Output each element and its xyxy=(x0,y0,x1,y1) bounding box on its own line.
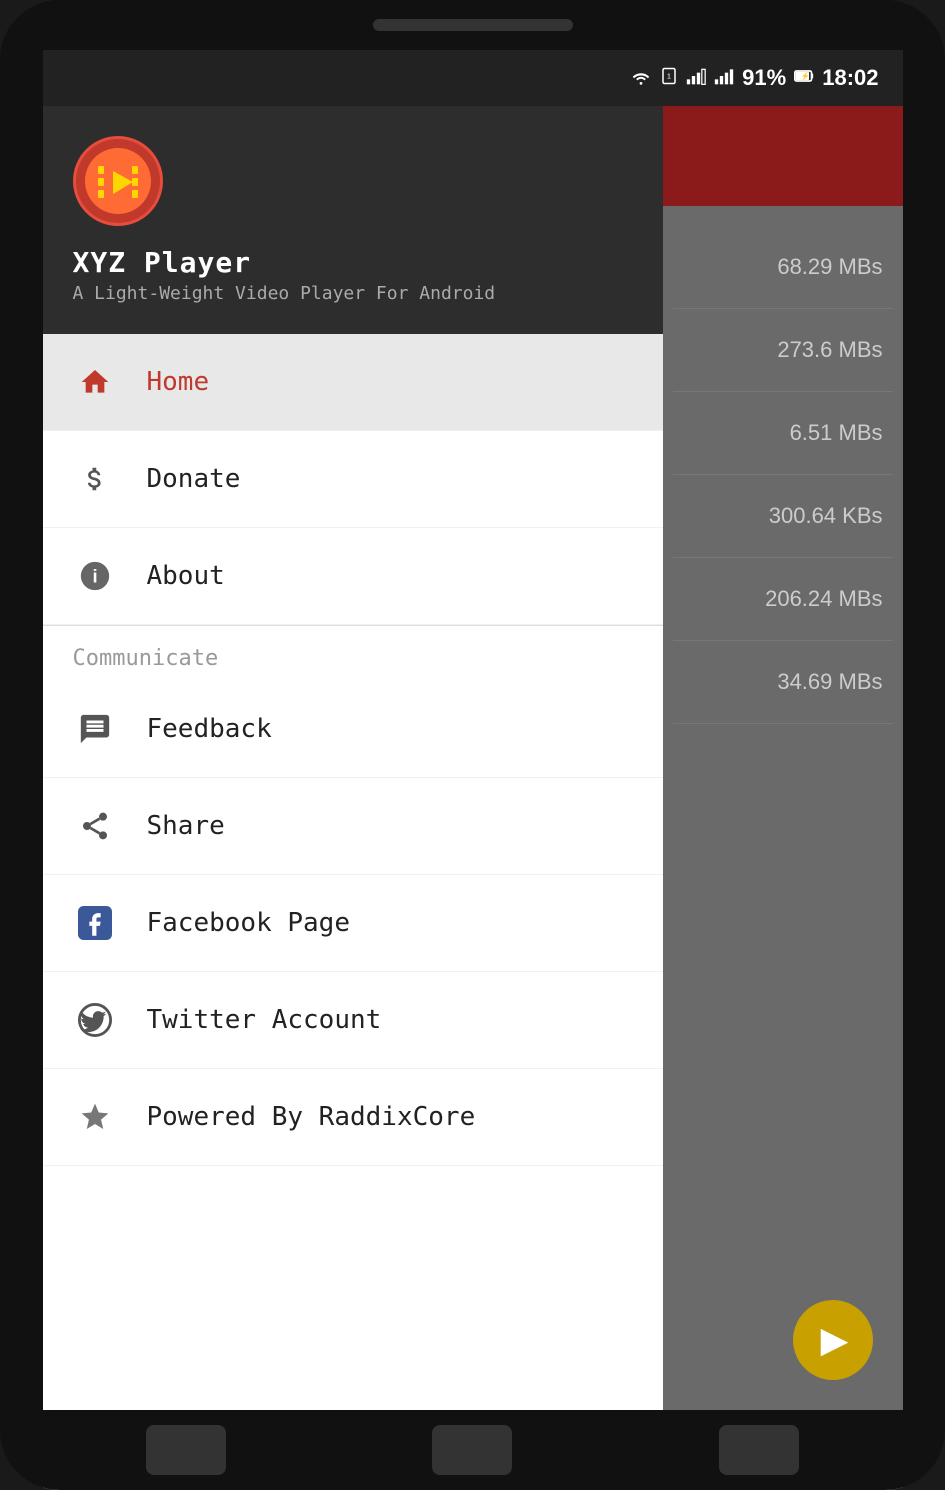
home-icon xyxy=(73,360,117,404)
dollar-icon xyxy=(73,457,117,501)
drawer-header: XYZ Player A Light-Weight Video Player F… xyxy=(43,106,663,334)
fab-play-button[interactable]: ▶ xyxy=(793,1300,873,1380)
right-item-4: 300.64 KBs xyxy=(673,475,893,558)
drawer: XYZ Player A Light-Weight Video Player F… xyxy=(43,106,663,1410)
logo-inner-circle xyxy=(85,148,151,214)
app-logo xyxy=(73,136,163,226)
nav-item-about[interactable]: i About xyxy=(43,528,663,625)
svg-text:1: 1 xyxy=(667,71,671,80)
screen: 1 xyxy=(43,50,903,1490)
feedback-label: Feedback xyxy=(147,714,272,744)
share-label: Share xyxy=(147,811,225,841)
info-icon: i xyxy=(73,554,117,598)
right-item-2: 273.6 MBs xyxy=(673,309,893,392)
logo-svg xyxy=(93,156,143,206)
phone-notch-bar xyxy=(0,0,945,50)
fab-play-icon: ▶ xyxy=(821,1319,849,1361)
nav-item-powered[interactable]: Powered By RaddixCore xyxy=(43,1069,663,1166)
status-bar: 1 xyxy=(43,50,903,106)
nav-item-twitter[interactable]: Twitter Account xyxy=(43,972,663,1069)
nav-section-main: Home Donate xyxy=(43,334,663,625)
right-item-5: 206.24 MBs xyxy=(673,558,893,641)
right-panel-top xyxy=(663,106,903,206)
right-item-3: 6.51 MBs xyxy=(673,392,893,475)
about-label: About xyxy=(147,561,225,591)
notch-pill xyxy=(373,19,573,31)
battery-icon: ⚡ xyxy=(794,67,814,90)
twitter-icon xyxy=(73,998,117,1042)
nav-section-communicate: Communicate Feedback xyxy=(43,626,663,1166)
communicate-header: Communicate xyxy=(43,626,663,681)
feedback-icon xyxy=(73,707,117,751)
bottom-btn-back[interactable] xyxy=(146,1425,226,1475)
right-item-1: 68.29 MBs xyxy=(673,226,893,309)
twitter-label: Twitter Account xyxy=(147,1005,382,1035)
bottom-bar xyxy=(43,1410,903,1490)
powered-label: Powered By RaddixCore xyxy=(147,1102,476,1132)
nav-item-share[interactable]: Share xyxy=(43,778,663,875)
bottom-btn-recents[interactable] xyxy=(719,1425,799,1475)
communicate-label: Communicate xyxy=(73,646,219,671)
sim-icon: 1 xyxy=(660,67,678,90)
nav-item-facebook[interactable]: Facebook Page xyxy=(43,875,663,972)
wifi-icon xyxy=(630,67,652,90)
app-name: XYZ Player xyxy=(73,246,252,279)
home-label: Home xyxy=(147,367,210,397)
facebook-icon xyxy=(73,901,117,945)
right-panel: 68.29 MBs 273.6 MBs 6.51 MBs 300.64 KBs … xyxy=(663,106,903,1410)
phone-frame: 1 xyxy=(0,0,945,1490)
time-display: 18:02 xyxy=(822,65,878,91)
app-subtitle: A Light-Weight Video Player For Android xyxy=(73,283,496,304)
facebook-label: Facebook Page xyxy=(147,908,351,938)
donate-label: Donate xyxy=(147,464,241,494)
signal1-icon xyxy=(686,67,706,90)
battery-percent: 91% xyxy=(742,65,786,91)
share-icon xyxy=(73,804,117,848)
nav-item-donate[interactable]: Donate xyxy=(43,431,663,528)
right-panel-items: 68.29 MBs 273.6 MBs 6.51 MBs 300.64 KBs … xyxy=(663,206,903,1410)
status-icons: 1 xyxy=(630,65,878,91)
logo-outer-circle xyxy=(73,136,163,226)
star-icon xyxy=(73,1095,117,1139)
drawer-nav: Home Donate xyxy=(43,334,663,1410)
right-item-6: 34.69 MBs xyxy=(673,641,893,724)
svg-text:i: i xyxy=(92,565,97,586)
nav-item-feedback[interactable]: Feedback xyxy=(43,681,663,778)
svg-text:⚡: ⚡ xyxy=(801,71,810,80)
nav-item-home[interactable]: Home xyxy=(43,334,663,431)
bottom-btn-home[interactable] xyxy=(432,1425,512,1475)
main-area: XYZ Player A Light-Weight Video Player F… xyxy=(43,106,903,1410)
signal2-icon xyxy=(714,67,734,90)
